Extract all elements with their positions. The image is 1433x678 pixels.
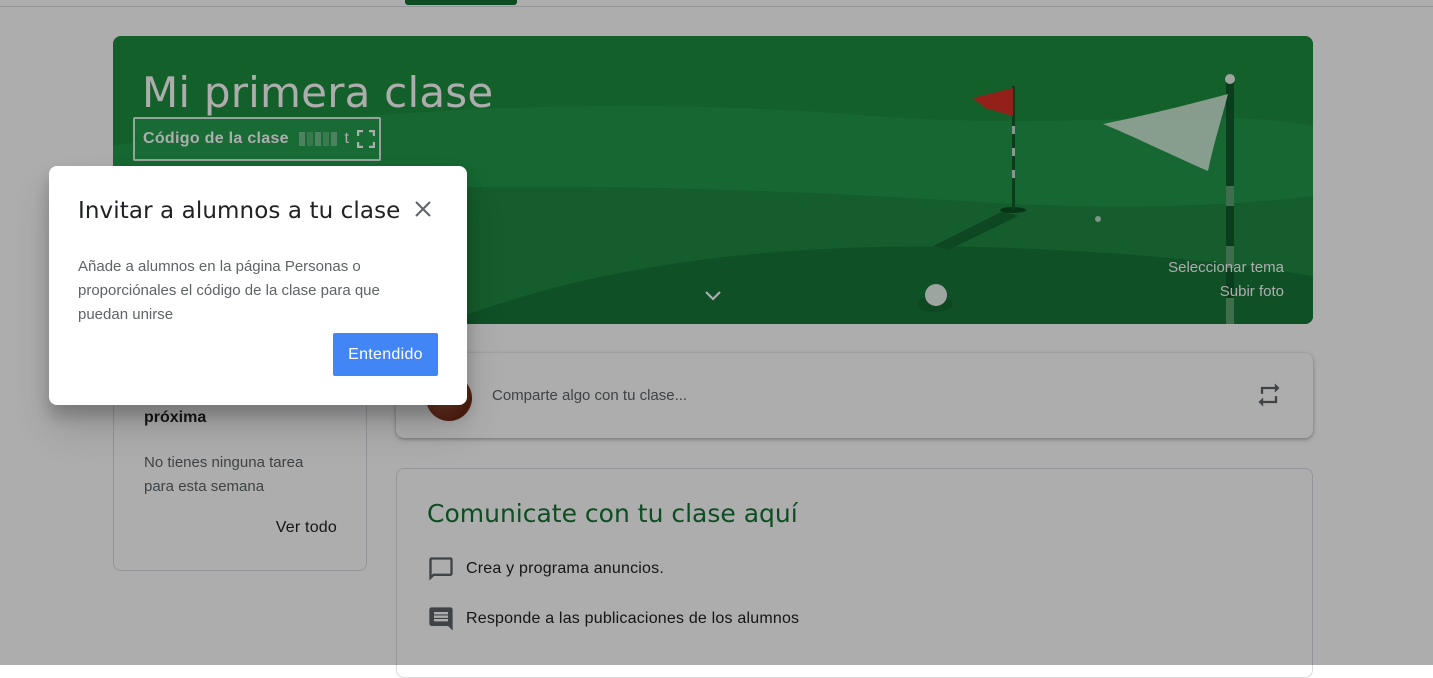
dialog-body: Añade a alumnos en la página Personas o …: [78, 258, 380, 323]
classroom-page: Mi primera clase Código de la clase t Se…: [0, 0, 1433, 678]
invite-dialog: Invitar a alumnos a tu clase Añade a alu…: [49, 166, 467, 405]
close-icon[interactable]: [411, 197, 435, 221]
dialog-title: Invitar a alumnos a tu clase: [78, 198, 401, 224]
confirm-button[interactable]: Entendido: [333, 333, 438, 376]
